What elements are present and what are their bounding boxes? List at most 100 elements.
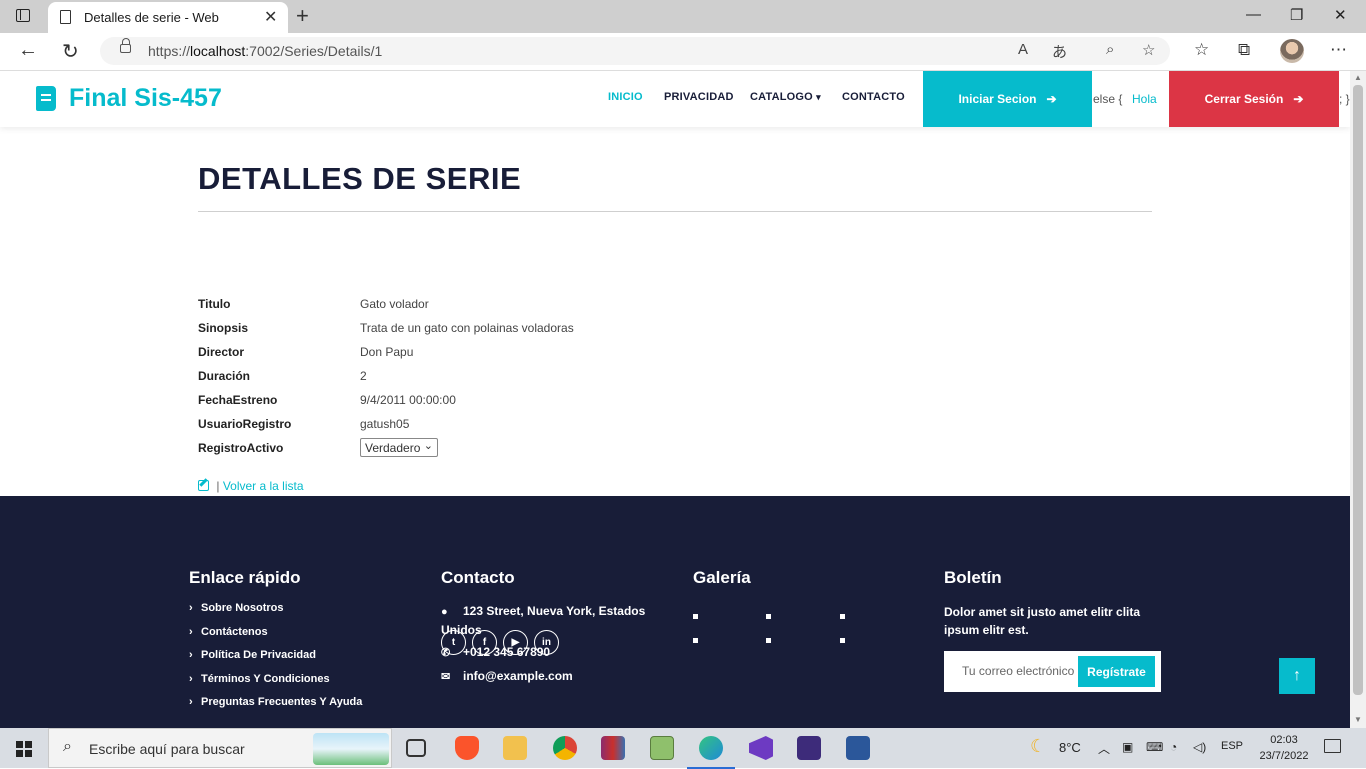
chevron-right-icon: ›: [189, 649, 193, 661]
task-view-icon[interactable]: [406, 739, 426, 757]
footer-link[interactable]: › Contáctenos: [189, 626, 362, 650]
scroll-up-icon[interactable]: ▲: [1354, 73, 1362, 82]
browser-tab[interactable]: Detalles de serie - Web ✕: [48, 2, 288, 33]
book-icon[interactable]: [36, 86, 56, 111]
lock-icon[interactable]: [120, 38, 131, 53]
taskbar-search[interactable]: ⌕ Escribe aquí para buscar: [48, 728, 392, 768]
favorites-icon[interactable]: ☆: [1194, 40, 1209, 60]
gallery-column: Galería: [693, 568, 751, 602]
nav-privacidad[interactable]: PRIVACIDAD: [664, 91, 734, 103]
refresh-icon[interactable]: ↻: [62, 39, 79, 64]
gallery-image[interactable]: [693, 614, 698, 619]
login-button[interactable]: Iniciar Secion ➔: [923, 71, 1092, 127]
page-title: DETALLES DE SERIE: [198, 161, 522, 196]
translate-icon[interactable]: あ: [1052, 41, 1067, 62]
winrar-icon[interactable]: [601, 736, 625, 760]
newsletter-text: Dolor amet sit justo amet elitr clita ip…: [944, 605, 1141, 637]
quick-links-title: Enlace rápido: [189, 568, 301, 587]
twitter-icon[interactable]: t: [441, 630, 466, 655]
new-tab-icon[interactable]: +: [296, 3, 309, 29]
registro-activo-select[interactable]: Verdadero ⌄: [360, 438, 438, 457]
chrome-icon[interactable]: [553, 736, 577, 760]
volume-icon[interactable]: ◁): [1193, 740, 1206, 754]
series-details: DETALLES DE SERIE Titulo Gato volador Si…: [198, 161, 1152, 493]
gallery-image[interactable]: [840, 638, 845, 643]
search-icon: ⌕: [63, 738, 72, 755]
dev-console-icon[interactable]: [797, 736, 821, 760]
gallery-image[interactable]: [840, 614, 845, 619]
word-icon[interactable]: [846, 736, 870, 760]
gallery-title: Galería: [693, 568, 751, 587]
subscribe-button[interactable]: Regístrate: [1078, 656, 1155, 687]
facebook-icon[interactable]: f: [472, 630, 497, 655]
footer-link[interactable]: › Política De Privacidad: [189, 649, 362, 673]
wifi-icon[interactable]: ◔: [1170, 740, 1177, 754]
close-tab-icon[interactable]: ✕: [264, 7, 277, 27]
arrow-right-icon: ➔: [1046, 92, 1057, 106]
chevron-right-icon: ›: [189, 696, 193, 708]
social-links: t f ▶ in: [441, 630, 559, 655]
add-favorite-icon[interactable]: ☆: [1142, 41, 1155, 59]
hola-link[interactable]: Hola: [1132, 92, 1157, 106]
field-value: Don Papu: [360, 345, 414, 359]
back-to-top-button[interactable]: ↑: [1279, 658, 1315, 694]
tab-actions-icon[interactable]: [16, 9, 30, 22]
field-value: Gato volador: [360, 297, 429, 311]
close-window-icon[interactable]: ✕: [1334, 6, 1347, 24]
page-icon: [60, 10, 71, 24]
edit-icon[interactable]: [198, 480, 209, 491]
logout-button[interactable]: Cerrar Sesión ➔: [1169, 71, 1339, 127]
back-icon[interactable]: ←: [18, 39, 38, 62]
newsletter-form: Tu correo electrónico Regístrate: [944, 651, 1161, 692]
linkedin-icon[interactable]: in: [534, 630, 559, 655]
input-method-icon[interactable]: ⌨: [1146, 740, 1163, 754]
brave-icon[interactable]: [455, 736, 479, 760]
field-label: FechaEstreno: [198, 393, 278, 407]
nav-contacto[interactable]: CONTACTO: [842, 91, 905, 103]
file-explorer-icon[interactable]: [503, 736, 527, 760]
field-value: 9/4/2011 00:00:00: [360, 393, 456, 407]
email-input[interactable]: Tu correo electrónico: [962, 664, 1074, 678]
windows-start-icon[interactable]: [16, 741, 32, 757]
profile-avatar[interactable]: [1280, 39, 1304, 63]
footer-link[interactable]: › Sobre Nosotros: [189, 602, 362, 626]
arrow-right-icon: ➔: [1293, 92, 1304, 106]
clock-time: 02:03: [1270, 734, 1298, 746]
youtube-icon[interactable]: ▶: [503, 630, 528, 655]
zoom-icon[interactable]: ⌕: [1106, 41, 1114, 58]
field-label: Duración: [198, 369, 251, 383]
footer-link[interactable]: › Términos Y Condiciones: [189, 673, 362, 697]
notifications-icon[interactable]: [1324, 739, 1341, 753]
gallery-image[interactable]: [766, 614, 771, 619]
edge-icon[interactable]: [687, 736, 735, 769]
back-to-list-link[interactable]: Volver a la lista: [223, 479, 304, 493]
weather-moon-icon[interactable]: ☾: [1030, 736, 1046, 757]
chevron-up-icon[interactable]: ︿: [1098, 740, 1110, 757]
language-indicator[interactable]: ESP: [1221, 740, 1243, 752]
site-navbar: Final Sis-457 INICIO PRIVACIDAD CATALOGO…: [0, 71, 1350, 127]
footer-link[interactable]: › Preguntas Frecuentes Y Ayuda: [189, 696, 362, 720]
camera-icon[interactable]: ▣: [1122, 740, 1133, 754]
page-scrollbar[interactable]: ▲ ▼: [1350, 71, 1366, 728]
minimize-icon[interactable]: —: [1246, 6, 1261, 23]
scroll-thumb[interactable]: [1353, 85, 1363, 695]
link-separator: |: [216, 479, 220, 493]
nav-inicio[interactable]: INICIO: [608, 91, 643, 103]
scroll-down-icon[interactable]: ▼: [1354, 715, 1362, 724]
nav-catalogo[interactable]: CATALOGO ▾: [750, 91, 821, 103]
newsletter-column: Boletín: [944, 568, 1002, 602]
more-options-icon[interactable]: ⋯: [1330, 40, 1347, 60]
gallery-image[interactable]: [693, 638, 698, 643]
address-bar[interactable]: https://localhost:7002/Series/Details/1 …: [100, 37, 1170, 65]
url-text[interactable]: https://localhost:7002/Series/Details/1: [148, 43, 382, 59]
taskbar-clock[interactable]: 02:03 23/7/2022: [1254, 732, 1314, 764]
read-aloud-icon[interactable]: A: [1018, 41, 1028, 58]
collections-icon[interactable]: ⧉: [1238, 40, 1250, 60]
razor-code-text: else {: [1093, 92, 1123, 106]
visual-studio-icon[interactable]: [749, 736, 773, 760]
restore-icon[interactable]: ❐: [1290, 6, 1303, 24]
site-brand[interactable]: Final Sis-457: [69, 84, 222, 113]
temperature[interactable]: 8°C: [1059, 740, 1081, 755]
gallery-image[interactable]: [766, 638, 771, 643]
notepad-plus-icon[interactable]: [650, 736, 674, 760]
